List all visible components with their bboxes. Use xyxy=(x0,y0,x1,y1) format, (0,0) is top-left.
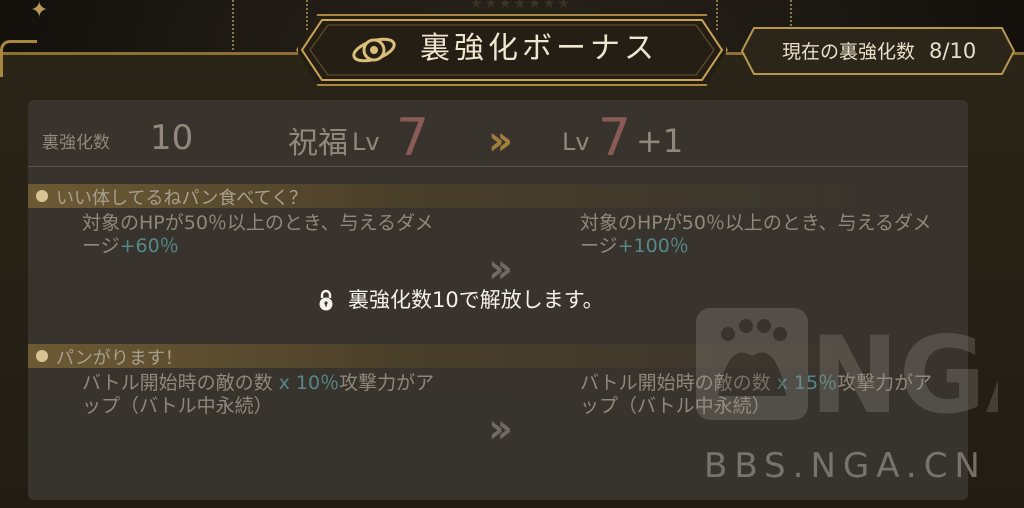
planet-icon xyxy=(352,37,396,63)
bullet-icon xyxy=(36,350,48,362)
level-arrow-icon: ›› xyxy=(488,118,513,164)
divider xyxy=(28,166,968,167)
skill-title: パンがります！ xyxy=(56,348,183,369)
enhance-label: 裏強化数 xyxy=(42,133,110,153)
frame-corner-ornament xyxy=(0,40,37,77)
next-lv-prefix: Lv xyxy=(562,128,590,156)
skill-current-value: +60％ xyxy=(119,235,179,257)
decorative-stars: ★★★★★★★ xyxy=(470,0,572,12)
bullet-icon xyxy=(36,190,48,202)
watermark-logo-text: NGA xyxy=(810,314,998,430)
blessing-label: 祝福 xyxy=(288,126,348,161)
enhance-count: 現在の裏強化数 8/10 xyxy=(782,28,976,74)
sparkle-icon: ✦ xyxy=(30,0,49,23)
skill-next-description: 対象のHPが50％以上のとき、与えるダメージ+100％ xyxy=(580,212,940,258)
next-level: 7 xyxy=(598,108,632,168)
skill-current-description: 対象のHPが50％以上のとき、与えるダメージ+60％ xyxy=(82,212,442,258)
page-title: 裏強化ボーナス xyxy=(420,31,658,66)
decorative-dotline xyxy=(232,0,234,50)
skill-current-text: バトル開始時の敵の数 xyxy=(82,372,273,394)
decorative-dotline xyxy=(790,0,792,26)
nga-watermark-logo: NGA xyxy=(696,308,998,430)
skill-current-description: バトル開始時の敵の数 x 10％攻撃力がアップ（バトル中永続） xyxy=(82,372,442,418)
enhance-value: 10 xyxy=(150,118,194,158)
skill-title: いい体してるねパン食べてく？ xyxy=(56,188,308,209)
current-lv-prefix: Lv xyxy=(352,128,380,156)
current-level: 7 xyxy=(396,108,430,168)
skill-current-mult: x xyxy=(278,372,290,394)
lock-message: 裏強化数10で解放します。 xyxy=(318,284,604,316)
next-level-bonus: +1 xyxy=(636,122,684,160)
enhance-count-value: 8/10 xyxy=(929,39,977,63)
skill-next-value: +100％ xyxy=(617,235,689,257)
skill-current-value: 10％ xyxy=(295,372,340,394)
skill-arrow-icon: ›› xyxy=(488,406,513,452)
lock-message-text: 裏強化数10で解放します。 xyxy=(348,288,604,312)
watermark-text: BBS.NGA.CN xyxy=(704,446,987,486)
lock-icon xyxy=(319,289,333,311)
enhance-count-label: 現在の裏強化数 xyxy=(782,41,916,63)
